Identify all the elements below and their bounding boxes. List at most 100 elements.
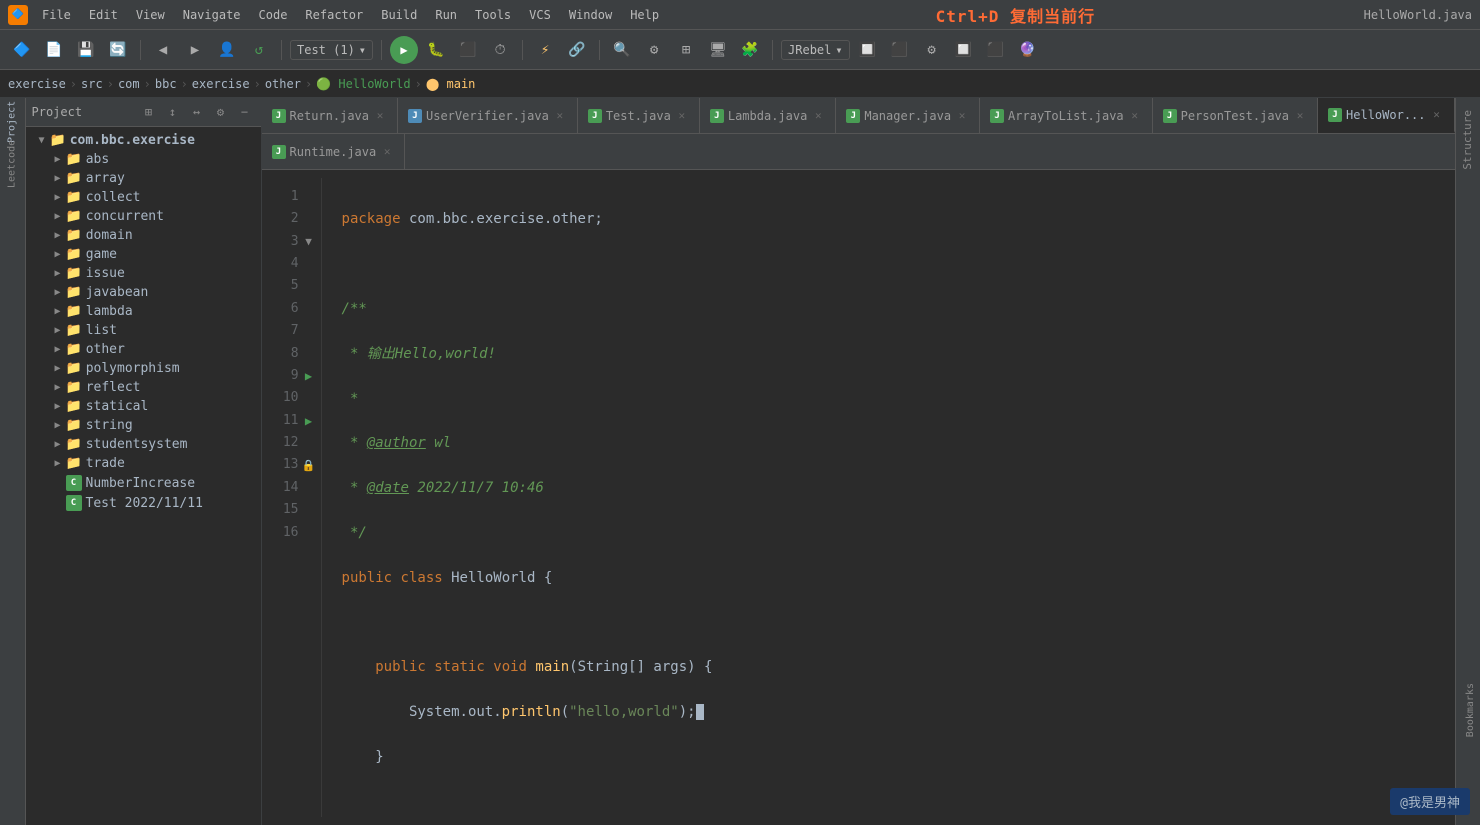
jrebel-icon-5[interactable]: ⬛ — [982, 36, 1010, 64]
toolbar-coverage-icon[interactable]: ⬛ — [454, 36, 482, 64]
code-content-area[interactable]: 1 2 3 ▼ 4 5 — [262, 170, 1455, 825]
tree-folder-studentsystem[interactable]: ▶ 📁 studentsystem — [26, 435, 261, 454]
tree-folder-trade[interactable]: ▶ 📁 trade — [26, 454, 261, 473]
tree-folder-javabean[interactable]: ▶ 📁 javabean — [26, 283, 261, 302]
menu-run[interactable]: Run — [427, 6, 465, 24]
toolbar-settings-icon[interactable]: ⚙ — [640, 36, 668, 64]
sidebar-project-tab[interactable]: Project — [0, 102, 24, 142]
test-dropdown[interactable]: Test (1) ▾ — [290, 40, 373, 60]
code-lines[interactable]: package com.bbc.exercise.other; /** * 输出… — [322, 178, 1455, 817]
tree-folder-polymorphism[interactable]: ▶ 📁 polymorphism — [26, 359, 261, 378]
tree-class-test[interactable]: C Test 2022/11/11 — [26, 493, 261, 513]
toolbar-run-button[interactable]: ▶ — [390, 36, 418, 64]
sidebar-leetcode-tab[interactable]: Leetcode — [0, 144, 24, 184]
menu-refactor[interactable]: Refactor — [297, 6, 371, 24]
toolbar-attach-icon[interactable]: 🔗 — [563, 36, 591, 64]
tree-folder-reflect[interactable]: ▶ 📁 reflect — [26, 378, 261, 397]
project-header-btn-3[interactable]: ↔ — [187, 102, 207, 122]
tab-close-helloworld[interactable]: ✕ — [1430, 108, 1444, 122]
toolbar-profile-icon[interactable]: ⏱ — [486, 36, 514, 64]
tab-persontest-java[interactable]: J PersonTest.java ✕ — [1153, 98, 1318, 133]
tree-folder-issue[interactable]: ▶ 📁 issue — [26, 264, 261, 283]
project-header-settings-icon[interactable]: ⚙ — [211, 102, 231, 122]
jrebel-icon-6[interactable]: 🔮 — [1014, 36, 1042, 64]
menu-navigate[interactable]: Navigate — [175, 6, 249, 24]
toolbar-grid-icon[interactable]: ⊞ — [672, 36, 700, 64]
tab-close-lambda[interactable]: ✕ — [811, 109, 825, 123]
tree-folder-domain[interactable]: ▶ 📁 domain — [26, 226, 261, 245]
jrebel-icon-3[interactable]: ⚙ — [918, 36, 946, 64]
line-7-gutter: 7 — [262, 320, 321, 342]
breadcrumb-exercise2[interactable]: exercise — [192, 77, 250, 91]
tree-folder-abs[interactable]: ▶ 📁 abs — [26, 150, 261, 169]
tab-close-userverifier[interactable]: ✕ — [553, 109, 567, 123]
toolbar-suspend-icon[interactable]: ⚡ — [531, 36, 559, 64]
tree-folder-statical[interactable]: ▶ 📁 statical — [26, 397, 261, 416]
tab-manager-java[interactable]: J Manager.java ✕ — [836, 98, 980, 133]
tab-close-return[interactable]: ✕ — [373, 109, 387, 123]
tab-icon-test: J — [588, 109, 602, 123]
breadcrumb-com[interactable]: com — [118, 77, 140, 91]
tab-close-arraytolist[interactable]: ✕ — [1128, 109, 1142, 123]
jrebel-dropdown[interactable]: JRebel ▾ — [781, 40, 850, 60]
tab-return-java[interactable]: J Return.java ✕ — [262, 98, 398, 133]
tree-folder-array[interactable]: ▶ 📁 array — [26, 169, 261, 188]
breadcrumb-exercise[interactable]: exercise — [8, 77, 66, 91]
tab-close-test[interactable]: ✕ — [675, 109, 689, 123]
tree-folder-string[interactable]: ▶ 📁 string — [26, 416, 261, 435]
toolbar-back-icon[interactable]: ◀ — [149, 36, 177, 64]
tree-folder-concurrent[interactable]: ▶ 📁 concurrent — [26, 207, 261, 226]
toolbar-monitor-icon[interactable]: 🖥 — [704, 36, 732, 64]
toolbar-sync-icon[interactable]: 🔄 — [104, 36, 132, 64]
tree-folder-other[interactable]: ▶ 📁 other — [26, 340, 261, 359]
menu-view[interactable]: View — [128, 6, 173, 24]
jrebel-icon-1[interactable]: 🔲 — [854, 36, 882, 64]
toolbar-new-icon[interactable]: 📄 — [40, 36, 68, 64]
sidebar-bookmarks-label[interactable]: Bookmarks — [1461, 675, 1480, 745]
sidebar-structure-label[interactable]: Structure — [1461, 102, 1474, 178]
tree-folder-list[interactable]: ▶ 📁 list — [26, 321, 261, 340]
tree-folder-game[interactable]: ▶ 📁 game — [26, 245, 261, 264]
tree-folder-collect[interactable]: ▶ 📁 collect — [26, 188, 261, 207]
tab-close-runtime[interactable]: ✕ — [380, 145, 394, 159]
toolbar-undo-icon[interactable]: ↺ — [245, 36, 273, 64]
toolbar-plugin-icon[interactable]: 🧩 — [736, 36, 764, 64]
tab-arraytolist-java[interactable]: J ArrayToList.java ✕ — [980, 98, 1153, 133]
breadcrumb-other[interactable]: other — [265, 77, 301, 91]
menu-build[interactable]: Build — [373, 6, 425, 24]
breadcrumb-main[interactable]: ⬤ main — [426, 77, 476, 91]
project-header-close-icon[interactable]: − — [235, 102, 255, 122]
toolbar-save-icon[interactable]: 💾 — [72, 36, 100, 64]
toolbar-recent-icon[interactable]: 👤 — [213, 36, 241, 64]
toolbar-search-everywhere-icon[interactable]: 🔍 — [608, 36, 636, 64]
tree-folder-lambda[interactable]: ▶ 📁 lambda — [26, 302, 261, 321]
tab-lambda-java[interactable]: J Lambda.java ✕ — [700, 98, 836, 133]
tree-root[interactable]: ▼ 📁 com.bbc.exercise — [26, 131, 261, 150]
menu-vcs[interactable]: VCS — [521, 6, 559, 24]
tab-runtime-java[interactable]: J Runtime.java ✕ — [262, 134, 406, 169]
toolbar-forward-icon[interactable]: ▶ — [181, 36, 209, 64]
menu-code[interactable]: Code — [251, 6, 296, 24]
breadcrumb-bbc[interactable]: bbc — [155, 77, 177, 91]
jrebel-icon-2[interactable]: ⬛ — [886, 36, 914, 64]
project-header-btn-1[interactable]: ⊞ — [139, 102, 159, 122]
menu-help[interactable]: Help — [622, 6, 667, 24]
project-header-btn-2[interactable]: ↕ — [163, 102, 183, 122]
toolbar-debug-icon[interactable]: 🐛 — [422, 36, 450, 64]
code-line-4: * 输出Hello,world! — [342, 343, 1455, 365]
tree-class-numberincrease[interactable]: C NumberIncrease — [26, 473, 261, 493]
menu-file[interactable]: File — [34, 6, 79, 24]
tab-close-persontest[interactable]: ✕ — [1293, 109, 1307, 123]
toolbar-intellij-icon[interactable]: 🔷 — [8, 36, 36, 64]
tab-helloworld-java[interactable]: J HelloWor... ✕ — [1318, 98, 1454, 133]
breadcrumb-src[interactable]: src — [81, 77, 103, 91]
tab-label-return: Return.java — [290, 109, 369, 123]
tab-test-java[interactable]: J Test.java ✕ — [578, 98, 700, 133]
tab-userverifier-java[interactable]: J UserVerifier.java ✕ — [398, 98, 578, 133]
menu-edit[interactable]: Edit — [81, 6, 126, 24]
tab-close-manager[interactable]: ✕ — [955, 109, 969, 123]
jrebel-icon-4[interactable]: 🔲 — [950, 36, 978, 64]
breadcrumb-helloworld[interactable]: 🟢 HelloWorld — [316, 77, 410, 91]
menu-window[interactable]: Window — [561, 6, 620, 24]
menu-tools[interactable]: Tools — [467, 6, 519, 24]
